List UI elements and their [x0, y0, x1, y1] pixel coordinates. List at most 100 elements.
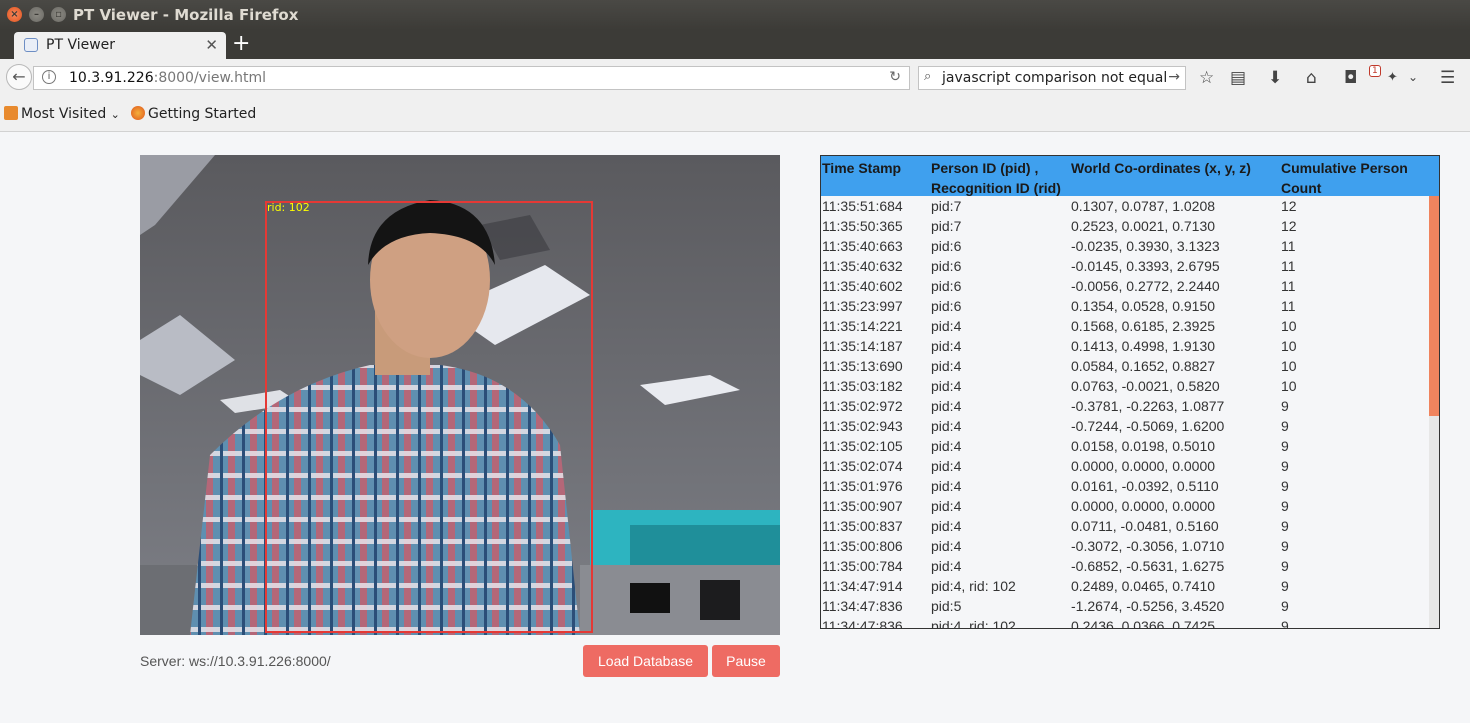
- bookmark-star-icon[interactable]: ☆: [1199, 68, 1214, 88]
- reading-list-icon[interactable]: ▤: [1230, 68, 1246, 88]
- camera-frame: rid: 102: [140, 155, 780, 635]
- cell-timestamp: 11:35:50:365: [822, 218, 903, 234]
- search-go-arrow-icon[interactable]: →: [1168, 69, 1180, 85]
- cell-world-coords: 0.0000, 0.0000, 0.0000: [1071, 458, 1216, 474]
- header-count-line1: Cumulative Person: [1281, 160, 1408, 176]
- table-row: 11:35:02:972 pid:4 -0.3781, -0.2263, 1.087…: [821, 396, 1429, 416]
- url-text[interactable]: 10.3.91.226:8000/view.html: [69, 70, 266, 86]
- cell-timestamp: 11:35:14:221: [822, 318, 903, 334]
- table-row: 11:35:14:187 pid:4 0.1413, 0.4998, 1.9130 1…: [821, 336, 1429, 356]
- table-row: 11:35:40:602 pid:6 -0.0056, 0.2772, 2.2440…: [821, 276, 1429, 296]
- window-minimize-button[interactable]: –: [29, 7, 44, 22]
- reload-icon[interactable]: ↻: [889, 69, 901, 85]
- header-person-id: Person ID (pid) , Recognition ID (rid): [931, 158, 1061, 198]
- downloads-arrow-icon[interactable]: ⬇: [1268, 68, 1282, 88]
- cell-count: 9: [1281, 518, 1289, 534]
- cell-count: 10: [1281, 378, 1297, 394]
- back-arrow-icon[interactable]: ←: [6, 64, 32, 90]
- table-row: 11:35:50:365 pid:7 0.2523, 0.0021, 0.7130 1…: [821, 216, 1429, 236]
- bookmark-getting-started[interactable]: Getting Started: [131, 106, 256, 122]
- cell-person-id: pid:4: [931, 378, 962, 394]
- cell-world-coords: -0.0235, 0.3930, 3.1323: [1071, 238, 1220, 254]
- cell-world-coords: -0.3781, -0.2263, 1.0877: [1071, 398, 1225, 414]
- cell-person-id: pid:6: [931, 298, 962, 314]
- cell-timestamp: 11:35:02:105: [822, 438, 903, 454]
- table-scrollbar[interactable]: [1429, 196, 1439, 628]
- cell-world-coords: -1.2674, -0.5256, 3.4520: [1071, 598, 1225, 614]
- table-row: 11:35:00:806 pid:4 -0.3072, -0.3056, 1.071…: [821, 536, 1429, 556]
- table-row: 11:35:00:837 pid:4 0.0711, -0.0481, 0.5160…: [821, 516, 1429, 536]
- pocket-icon[interactable]: ◘: [1344, 68, 1357, 88]
- new-tab-plus-icon[interactable]: +: [232, 31, 250, 56]
- bookmarks-toolbar: Most Visited ⌄ Getting Started: [0, 97, 1470, 132]
- cell-world-coords: -0.0056, 0.2772, 2.2440: [1071, 278, 1220, 294]
- cell-person-id: pid:4: [931, 398, 962, 414]
- home-icon[interactable]: ⌂: [1306, 68, 1317, 88]
- window-maximize-button[interactable]: ▫: [51, 7, 66, 22]
- cell-world-coords: 0.1307, 0.0787, 1.0208: [1071, 198, 1216, 214]
- cell-timestamp: 11:35:01:976: [822, 478, 903, 494]
- cell-person-id: pid:4: [931, 418, 962, 434]
- cell-count: 9: [1281, 498, 1289, 514]
- cell-world-coords: 0.1568, 0.6185, 2.3925: [1071, 318, 1216, 334]
- tab-title: PT Viewer: [46, 37, 116, 53]
- cell-count: 10: [1281, 338, 1297, 354]
- cell-person-id: pid:4: [931, 318, 962, 334]
- cell-world-coords: -0.6852, -0.5631, 1.6275: [1071, 558, 1225, 574]
- search-input[interactable]: javascript comparison not equal: [942, 70, 1167, 86]
- cell-world-coords: 0.2523, 0.0021, 0.7130: [1071, 218, 1216, 234]
- cell-timestamp: 11:34:47:836: [822, 618, 903, 629]
- bookmark-most-visited[interactable]: Most Visited ⌄: [4, 106, 120, 122]
- table-row: 11:34:47:836 pid:4, rid: 102 0.2436, 0.036…: [821, 616, 1429, 629]
- cell-world-coords: -0.0145, 0.3393, 2.6795: [1071, 258, 1220, 274]
- table-row: 11:35:23:997 pid:6 0.1354, 0.0528, 0.9150 1…: [821, 296, 1429, 316]
- site-info-icon[interactable]: i: [42, 70, 56, 84]
- cell-timestamp: 11:35:51:684: [822, 198, 903, 214]
- header-world-coords: World Co-ordinates (x, y, z): [1071, 160, 1251, 176]
- table-row: 11:35:02:105 pid:4 0.0158, 0.0198, 0.5010 9: [821, 436, 1429, 456]
- firefox-icon: [131, 106, 145, 120]
- cell-person-id: pid:4: [931, 338, 962, 354]
- window-close-button[interactable]: ×: [7, 7, 22, 22]
- cell-person-id: pid:4, rid: 102: [931, 618, 1016, 629]
- cell-count: 9: [1281, 578, 1289, 594]
- cell-world-coords: 0.2489, 0.0465, 0.7410: [1071, 578, 1216, 594]
- cell-world-coords: 0.0584, 0.1652, 0.8827: [1071, 358, 1216, 374]
- cell-count: 10: [1281, 358, 1297, 374]
- table-row: 11:34:47:914 pid:4, rid: 102 0.2489, 0.046…: [821, 576, 1429, 596]
- cell-person-id: pid:5: [931, 598, 962, 614]
- extension-icon[interactable]: ✦: [1387, 70, 1398, 85]
- server-address: Server: ws://10.3.91.226:8000/: [140, 653, 331, 669]
- scrollbar-thumb[interactable]: [1429, 196, 1439, 416]
- cell-world-coords: 0.1413, 0.4998, 1.9130: [1071, 338, 1216, 354]
- tab-pt-viewer[interactable]: PT Viewer ✕: [14, 32, 226, 59]
- notification-badge[interactable]: 1: [1369, 65, 1381, 77]
- cell-person-id: pid:6: [931, 258, 962, 274]
- cell-timestamp: 11:35:40:632: [822, 258, 903, 274]
- table-row: 11:34:47:836 pid:5 -1.2674, -0.5256, 3.452…: [821, 596, 1429, 616]
- most-visited-icon: [4, 106, 18, 120]
- cell-person-id: pid:4: [931, 478, 962, 494]
- cell-count: 10: [1281, 318, 1297, 334]
- cell-count: 9: [1281, 418, 1289, 434]
- chevron-down-icon[interactable]: ⌄: [1408, 70, 1418, 84]
- cell-person-id: pid:4: [931, 538, 962, 554]
- tab-close-icon[interactable]: ✕: [205, 36, 218, 54]
- search-icon: ⌕: [924, 69, 932, 84]
- hamburger-menu-icon[interactable]: ☰: [1440, 68, 1455, 88]
- bookmark-label: Getting Started: [148, 106, 257, 122]
- navigation-toolbar: ← i 10.3.91.226:8000/view.html ↻ ⌕ javas…: [0, 59, 1470, 97]
- load-database-button[interactable]: Load Database: [583, 645, 708, 677]
- url-bar[interactable]: i 10.3.91.226:8000/view.html ↻: [33, 66, 910, 90]
- cell-timestamp: 11:35:40:602: [822, 278, 903, 294]
- cell-world-coords: 0.0158, 0.0198, 0.5010: [1071, 438, 1216, 454]
- table-row: 11:35:40:632 pid:6 -0.0145, 0.3393, 2.6795…: [821, 256, 1429, 276]
- camera-feed: rid: 102: [140, 155, 780, 635]
- cell-timestamp: 11:35:02:074: [822, 458, 903, 474]
- table-body: 11:35:51:684 pid:7 0.1307, 0.0787, 1.0208 1…: [821, 196, 1429, 629]
- pause-button[interactable]: Pause: [712, 645, 780, 677]
- header-person-id-line1: Person ID (pid) ,: [931, 160, 1039, 176]
- cell-world-coords: 0.0161, -0.0392, 0.5110: [1071, 478, 1219, 494]
- search-bar[interactable]: ⌕ javascript comparison not equal →: [918, 66, 1186, 90]
- table-header: Time Stamp Person ID (pid) , Recognition…: [821, 156, 1439, 196]
